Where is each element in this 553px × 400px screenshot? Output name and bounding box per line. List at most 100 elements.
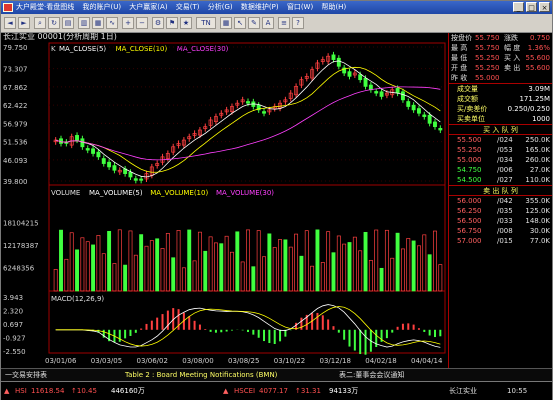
queue-count: /006	[497, 166, 513, 174]
quote-block: 按盘价 55.750 涨跌 0.750 最 高 55.750 幅 度 1.36% 最 低 55.2…	[449, 33, 552, 83]
queue-price: 57.000	[457, 237, 482, 245]
search-icon[interactable]: ⌕	[34, 17, 46, 29]
volume-bar	[128, 230, 133, 292]
ma-legend-label: MA_CLOSE(30)	[177, 45, 229, 53]
queue-row[interactable]: 56.250/035 125.0K	[449, 206, 552, 216]
menu-item-trade[interactable]: 交易(T)	[176, 3, 200, 11]
volume-tick-label: 18104215	[3, 219, 39, 227]
candle-body	[411, 104, 416, 111]
candle-body	[96, 151, 101, 158]
flag-icon[interactable]: ⚑	[166, 17, 178, 29]
candle-body	[374, 91, 379, 94]
stats-block: 成交量 3.09M 成交额 171.25M 买/卖差价 0.250/0.250 买卖单位 10…	[449, 83, 552, 124]
volume-bar	[283, 239, 288, 292]
queue-volume: 355.0K	[525, 197, 550, 205]
macd-panel-frame	[48, 290, 446, 354]
quote-value: 55.250	[475, 64, 500, 72]
volume-bar	[149, 240, 154, 292]
stat-row: 成交量 3.09M	[449, 84, 552, 94]
candle-body	[133, 178, 138, 181]
refresh-icon[interactable]: ↻	[48, 17, 60, 29]
back-icon[interactable]: ◄	[4, 17, 16, 29]
text-icon[interactable]: A	[262, 17, 274, 29]
candle-body	[400, 91, 405, 101]
print-icon[interactable]: ▤	[62, 17, 74, 29]
queue-price: 56.250	[457, 207, 482, 215]
menu-item-window[interactable]: 窗口(W)	[287, 3, 313, 11]
volume-bar	[368, 259, 373, 292]
queue-row[interactable]: 55.000/034 260.0K	[449, 155, 552, 165]
tab-board-meeting-cn[interactable]: 表二:董事会会议通知	[339, 369, 404, 381]
volume-bar	[427, 254, 432, 292]
volume-bar	[123, 264, 128, 292]
bottom-tab-bar: 一交易安排表 Table 2 : Board Meeting Notificat…	[1, 368, 552, 381]
date-tick-label: 04/02/18	[365, 357, 396, 365]
volume-bar	[363, 231, 368, 292]
maximize-button[interactable]: □	[526, 2, 537, 12]
queue-row[interactable]: 55.500/024 250.0K	[449, 135, 552, 145]
zoom-in-icon[interactable]: +	[122, 17, 134, 29]
queue-row[interactable]: 54.750/006 27.0K	[449, 165, 552, 175]
volume-bar	[272, 247, 277, 292]
price-tick-label: 51.536	[3, 139, 28, 147]
queue-row[interactable]: 55.250/053 165.0K	[449, 145, 552, 155]
volume-bar	[165, 233, 170, 292]
minimize-button[interactable]: _	[513, 2, 524, 12]
chart-title: 长江实业 00001(分析周期 1日)	[3, 33, 117, 41]
settings-icon[interactable]: ⚙	[152, 17, 164, 29]
quote-value: 55.250	[475, 54, 500, 62]
close-button[interactable]: ×	[539, 2, 550, 12]
volume-bar	[64, 258, 69, 292]
menu-item-analysis[interactable]: 分析(G)	[208, 3, 233, 11]
quote-panel: 按盘价 55.750 涨跌 0.750 最 高 55.750 幅 度 1.36% 最 低 55.2…	[448, 33, 552, 368]
forward-icon[interactable]: ►	[18, 17, 30, 29]
volume-bar	[171, 257, 176, 292]
volume-bar	[379, 267, 384, 292]
queue-volume: 77.0K	[529, 237, 550, 245]
candle-body	[422, 114, 427, 117]
queue-row[interactable]: 56.000/042 355.0K	[449, 196, 552, 206]
volume-tick-label: 6248356	[3, 264, 35, 272]
help-icon[interactable]: ?	[292, 17, 304, 29]
queue-volume: 165.0K	[525, 146, 550, 154]
zoom-out-icon[interactable]: −	[136, 17, 148, 29]
volume-bar	[53, 269, 58, 292]
queue-row[interactable]: 56.750/008 30.0K	[449, 226, 552, 236]
list-icon[interactable]: ≡	[278, 17, 290, 29]
grid-icon[interactable]: ▦	[220, 17, 232, 29]
macd-tick-label: 2.320	[3, 307, 23, 315]
menu-item-winner[interactable]: 大户赢家(A)	[129, 3, 167, 11]
pen-icon[interactable]: ✎	[248, 17, 260, 29]
chart-icon[interactable]: ▥	[78, 17, 90, 29]
queue-row[interactable]: 56.500/033 148.0K	[449, 216, 552, 226]
volume-ma-legend-label: MA_VOLUME(5)	[89, 189, 143, 197]
menu-item-data[interactable]: 数据维护(P)	[241, 3, 279, 11]
menu-item-account[interactable]: 我的账户(U)	[82, 3, 121, 11]
kline-chart-area[interactable]: 长江实业 00001(分析周期 1日) K MA_CLOSE(5) MA_CLOSE(…	[1, 33, 447, 368]
queue-row[interactable]: 57.000/015 77.0K	[449, 236, 552, 246]
volume-bar	[176, 230, 181, 292]
stat-row: 成交额 171.25M	[449, 94, 552, 104]
queue-price: 56.750	[457, 227, 482, 235]
volume-bar	[230, 251, 234, 292]
sell-queue-header: 卖 出 队 列	[449, 185, 552, 196]
menu-item-help[interactable]: 帮助(H)	[321, 3, 346, 11]
stat-row: 买/卖差价 0.250/0.250	[449, 104, 552, 114]
candle-body	[75, 135, 79, 141]
queue-row[interactable]: 54.500/027 110.0K	[449, 175, 552, 185]
tab-trade-schedule[interactable]: 一交易安排表	[5, 369, 47, 381]
volume-label: VOLUME	[51, 189, 80, 197]
hscei-turnover: 94133万	[329, 387, 359, 395]
tab-board-meeting[interactable]: Table 2 : Board Meeting Notifications (B…	[125, 369, 277, 381]
period-button[interactable]: TN	[196, 17, 216, 29]
macd-dif-line	[55, 304, 441, 348]
menu-item-app[interactable]: 大户殿堂·看盘图线	[16, 3, 74, 11]
cursor-icon[interactable]: ↖	[234, 17, 246, 29]
line-chart-icon[interactable]: ∿	[106, 17, 118, 29]
queue-count: /008	[497, 227, 513, 235]
volume-bar	[299, 255, 304, 292]
volume-bar	[331, 252, 336, 292]
menu-bar: 大户殿堂·看盘图线 我的账户(U) 大户赢家(A) 交易(T) 分析(G) 数据…	[16, 3, 352, 11]
star-icon[interactable]: ★	[180, 17, 192, 29]
bar-chart-icon[interactable]: ▦	[92, 17, 104, 29]
